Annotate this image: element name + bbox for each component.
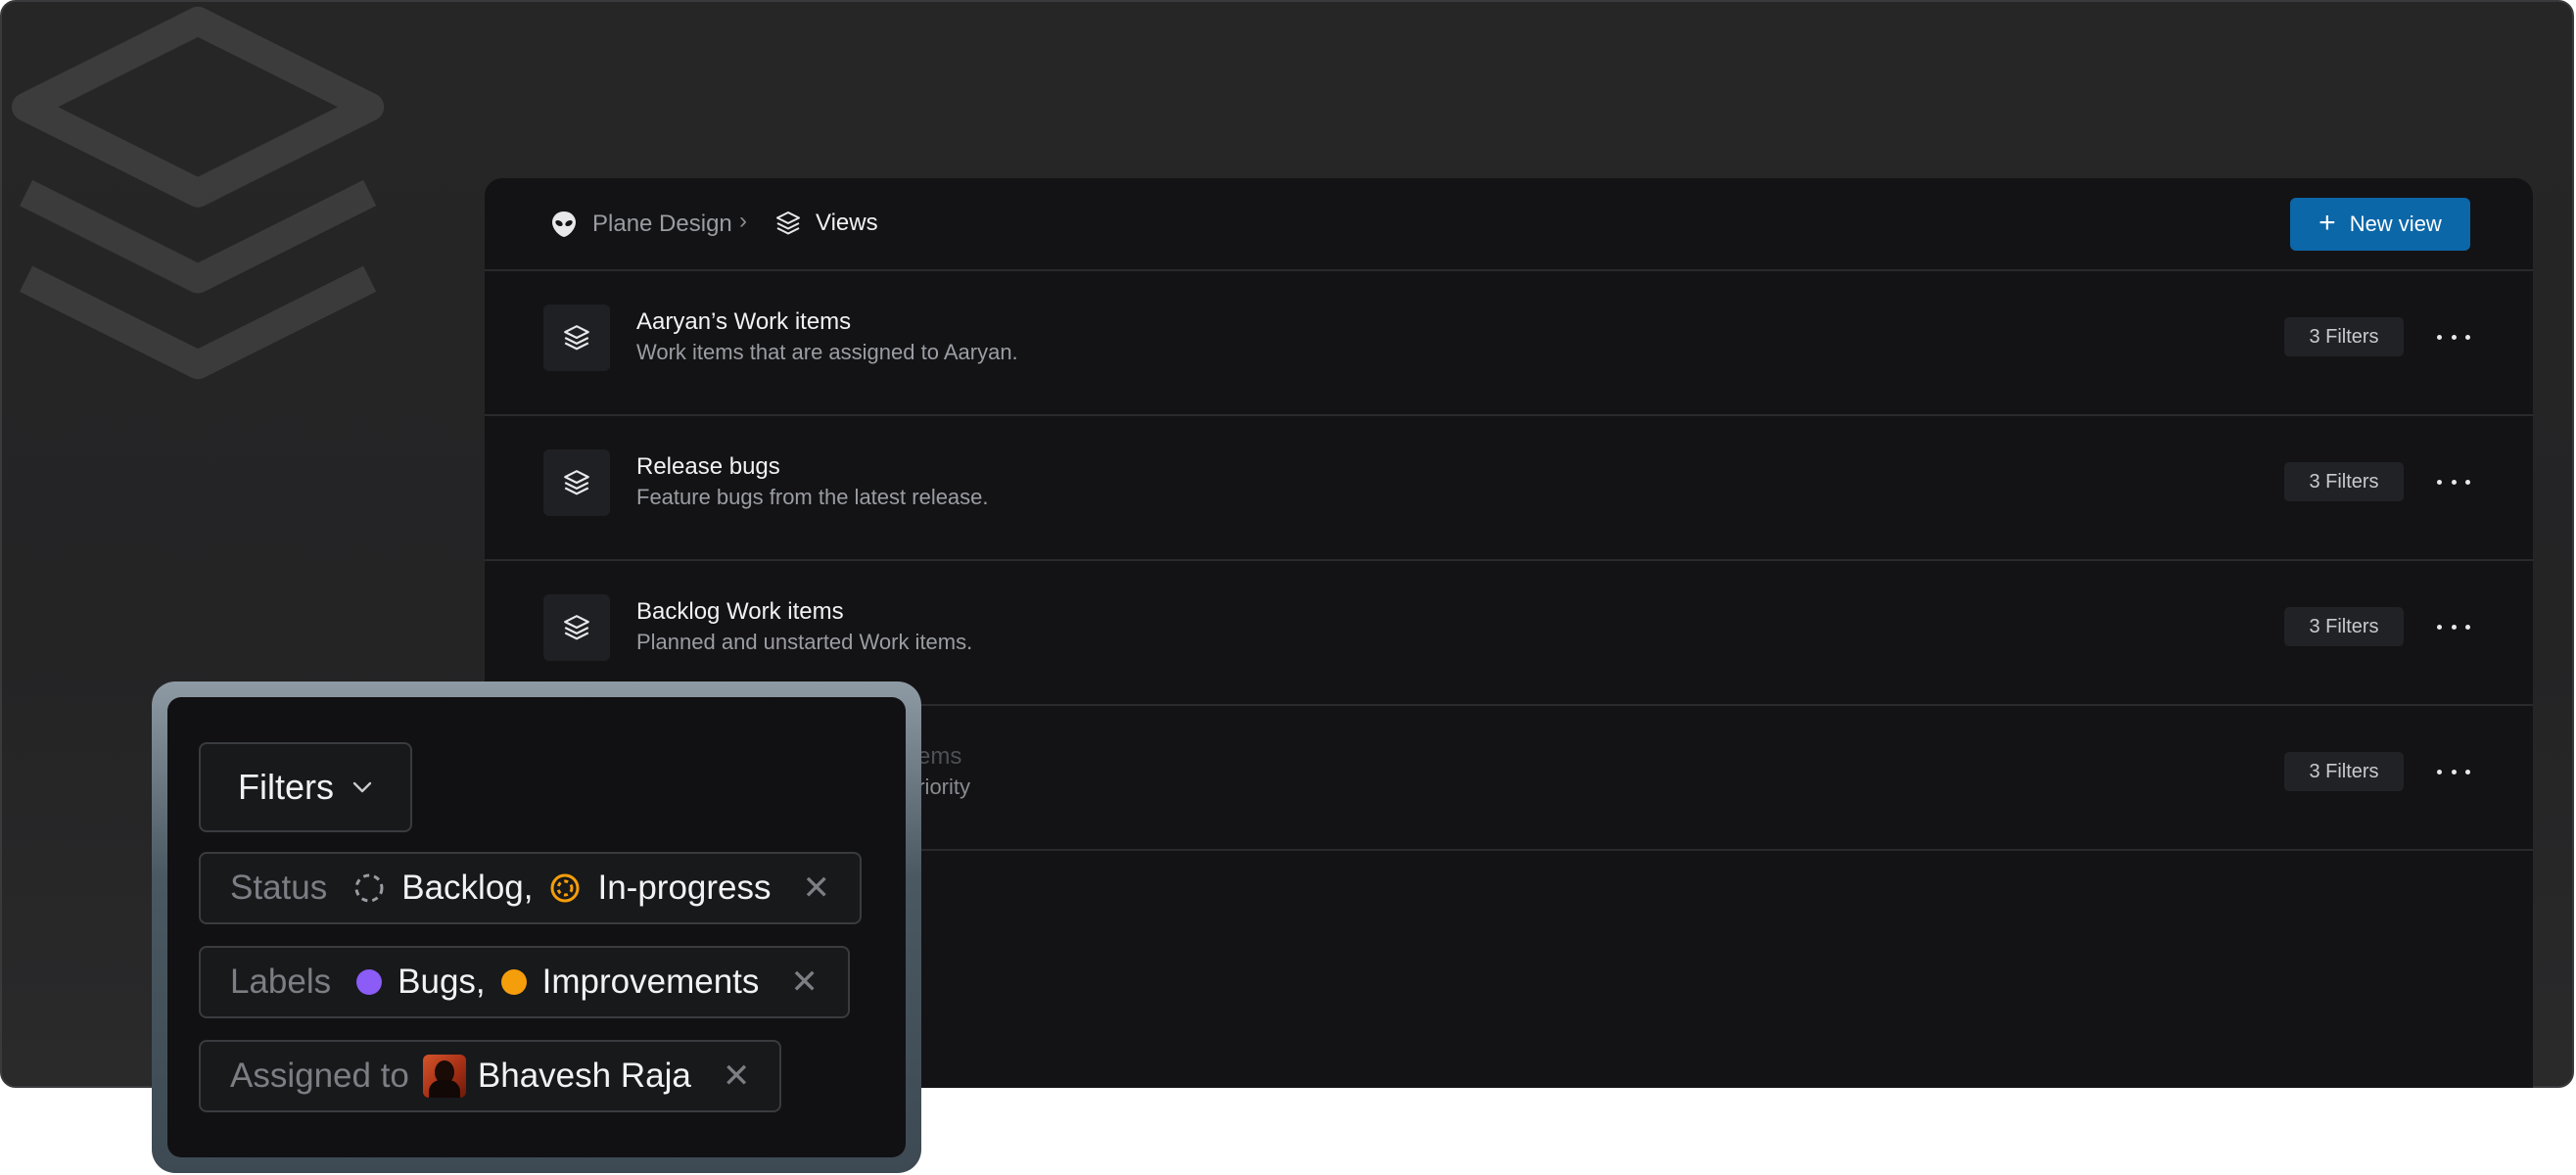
close-icon[interactable]: ✕ — [723, 1057, 751, 1096]
layers-icon — [564, 615, 589, 640]
chevron-down-icon — [352, 781, 372, 793]
more-options-icon[interactable] — [2437, 760, 2470, 783]
filters-dropdown-label: Filters — [238, 767, 334, 807]
breadcrumb-current: Views — [816, 210, 878, 236]
filters-dropdown-button[interactable]: Filters — [199, 742, 412, 832]
labels-filter-chip[interactable]: Labels Bugs, Improvements ✕ — [199, 946, 850, 1018]
labels-filter-label: Labels — [230, 963, 332, 1001]
layers-icon — [12, 6, 385, 380]
view-row[interactable]: Aaryan’s Work items Work items that are … — [485, 271, 2533, 416]
view-icon — [543, 594, 610, 661]
layers-icon — [776, 212, 800, 235]
layers-icon — [564, 470, 589, 495]
view-title[interactable]: Backlog Work items — [636, 598, 844, 626]
label-color-dot — [356, 969, 383, 995]
view-icon — [543, 449, 610, 516]
label-value-improvements: Improvements — [541, 963, 760, 1001]
view-row[interactable]: Release bugs Feature bugs from the lates… — [485, 416, 2533, 561]
status-filter-chip[interactable]: Status Backlog, In-progress ✕ — [199, 852, 863, 924]
filters-badge[interactable]: 3 Filters — [2284, 317, 2404, 356]
workspace-name: Plane Design — [592, 211, 732, 237]
view-description: Planned and unstarted Work items. — [636, 630, 973, 654]
in-progress-status-icon — [550, 873, 580, 903]
assignee-name: Bhavesh Raja — [477, 1057, 691, 1095]
view-description: Work items that are assigned to Aaryan. — [636, 340, 1018, 364]
filters-popover-inner: Filters Status Backlog, In-progress ✕ La… — [167, 697, 906, 1157]
layers-icon — [564, 325, 589, 351]
plus-icon: + — [2318, 207, 2336, 239]
new-view-label: New view — [2349, 212, 2442, 236]
more-options-icon[interactable] — [2437, 325, 2470, 349]
label-color-dot — [500, 969, 527, 995]
alien-icon — [552, 212, 576, 237]
more-options-icon[interactable] — [2437, 615, 2470, 638]
label-value-bugs: Bugs, — [398, 963, 486, 1001]
status-value-in-progress: In-progress — [597, 869, 772, 907]
view-title[interactable]: Release bugs — [636, 453, 780, 481]
avatar — [422, 1055, 466, 1098]
assigned-filter-chip[interactable]: Assigned to Bhavesh Raja ✕ — [199, 1040, 782, 1112]
filters-badge[interactable]: 3 Filters — [2284, 462, 2404, 501]
view-icon — [543, 305, 610, 371]
view-description: Feature bugs from the latest release. — [636, 485, 989, 509]
breadcrumb-separator: › — [739, 208, 747, 234]
assigned-filter-label: Assigned to — [230, 1057, 409, 1095]
breadcrumb-views[interactable]: Views — [774, 210, 878, 237]
status-value-backlog: Backlog, — [401, 869, 534, 907]
panel-header: Plane Design › Views + New view — [485, 178, 2533, 271]
more-options-icon[interactable] — [2437, 470, 2470, 494]
backlog-status-icon — [354, 873, 384, 903]
breadcrumb-workspace[interactable]: Plane Design — [549, 210, 732, 239]
new-view-button[interactable]: + New view — [2290, 198, 2470, 251]
status-filter-label: Status — [230, 869, 328, 907]
filters-popover: Filters Status Backlog, In-progress ✕ La… — [152, 682, 921, 1173]
close-icon[interactable]: ✕ — [803, 869, 831, 908]
filters-badge[interactable]: 3 Filters — [2284, 752, 2404, 791]
close-icon[interactable]: ✕ — [790, 963, 819, 1002]
view-title[interactable]: Aaryan’s Work items — [636, 308, 851, 336]
filters-badge[interactable]: 3 Filters — [2284, 607, 2404, 646]
